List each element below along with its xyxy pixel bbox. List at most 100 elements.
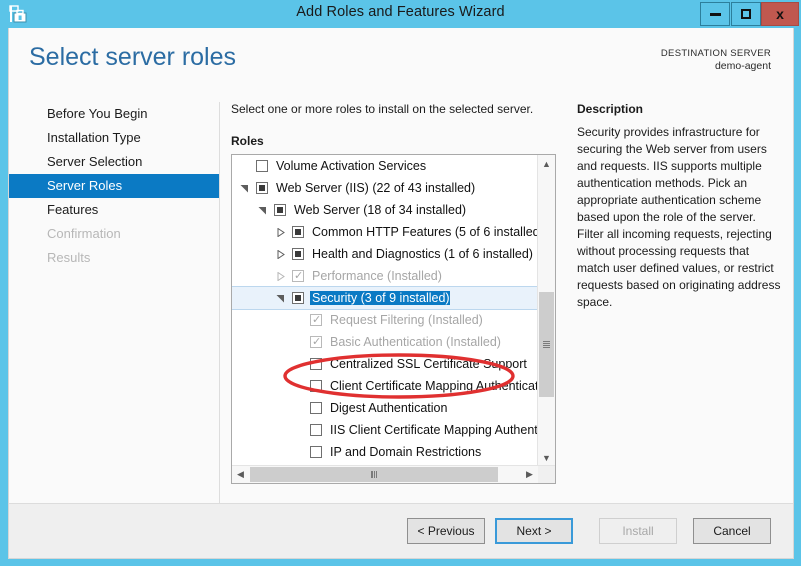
- cancel-button[interactable]: Cancel: [693, 518, 771, 544]
- close-icon: x: [776, 6, 784, 22]
- checkbox-partial[interactable]: [292, 292, 304, 304]
- horizontal-scrollbar-thumb[interactable]: [250, 467, 498, 482]
- roles-tree[interactable]: Volume Activation Services Web Server (II…: [231, 154, 556, 484]
- tree-row[interactable]: Digest Authentication: [232, 397, 538, 419]
- expander-collapsed-icon[interactable]: [276, 228, 285, 237]
- tree-row-label: Centralized SSL Certificate Support: [330, 357, 527, 371]
- checkbox-partial[interactable]: [292, 248, 304, 260]
- destination-server-label: DESTINATION SERVER: [660, 48, 771, 59]
- tree-row-label: IIS Client Certificate Mapping Authentic…: [330, 423, 538, 437]
- tree-row-label: Basic Authentication (Installed): [330, 335, 501, 349]
- tree-row-label: Digest Authentication: [330, 401, 448, 415]
- vertical-scrollbar-thumb[interactable]: [539, 292, 554, 397]
- expander-expanded-icon[interactable]: [258, 206, 267, 215]
- roles-tree-horizontal-scrollbar[interactable]: ◀ ▶: [232, 465, 555, 483]
- tree-row[interactable]: Web Server (18 of 34 installed): [232, 199, 538, 221]
- sidebar-item-features[interactable]: Features: [9, 198, 219, 222]
- maximize-icon: [741, 9, 751, 19]
- tree-row-label: Client Certificate Mapping Authenticatio: [330, 379, 538, 393]
- roles-tree-viewport: Volume Activation Services Web Server (II…: [232, 155, 538, 466]
- sidebar-item-server-selection[interactable]: Server Selection: [9, 150, 219, 174]
- expander-collapsed-icon[interactable]: [276, 272, 285, 281]
- tree-row-label: Web Server (IIS) (22 of 43 installed): [276, 181, 476, 195]
- destination-server-value: demo-agent: [714, 60, 771, 72]
- sidebar-item-label: Server Roles: [47, 178, 123, 193]
- instruction-text: Select one or more roles to install on t…: [231, 102, 534, 116]
- title-bar: Add Roles and Features Wizard x: [0, 0, 801, 28]
- wizard-nav: Before You Begin Installation Type Server …: [9, 102, 219, 524]
- description-title: Description: [577, 102, 644, 116]
- footer-bar: < Previous Next > Install Cancel: [9, 503, 793, 558]
- sidebar-item-label: Before You Begin: [47, 106, 148, 121]
- tree-row[interactable]: Web Server (IIS) (22 of 43 installed): [232, 177, 538, 199]
- sidebar-item-label: Confirmation: [47, 226, 121, 241]
- tree-row[interactable]: Security (3 of 9 installed): [232, 286, 538, 310]
- tree-row[interactable]: Common HTTP Features (5 of 6 installed): [232, 221, 538, 243]
- tree-row-label: Performance (Installed): [312, 269, 442, 283]
- sidebar-item-label: Server Selection: [47, 154, 143, 169]
- tree-row[interactable]: Client Certificate Mapping Authenticatio: [232, 375, 538, 397]
- tree-row[interactable]: ✓ Performance (Installed): [232, 265, 538, 287]
- tree-row-label: Common HTTP Features (5 of 6 installed): [312, 225, 538, 239]
- tree-row-label: IP and Domain Restrictions: [330, 445, 482, 459]
- sidebar-item-label: Results: [47, 250, 91, 265]
- maximize-button[interactable]: [731, 2, 761, 26]
- scrollbar-corner: [538, 466, 555, 483]
- expander-collapsed-icon[interactable]: [276, 250, 285, 259]
- roles-tree-vertical-scrollbar[interactable]: ▲ ▼: [537, 155, 555, 466]
- scroll-down-icon[interactable]: ▼: [538, 449, 555, 466]
- description-body: Security provides infrastructure for sec…: [577, 125, 781, 309]
- close-button[interactable]: x: [761, 2, 799, 26]
- nav-separator: [219, 102, 220, 524]
- tree-row[interactable]: Centralized SSL Certificate Support: [232, 353, 538, 375]
- tree-row[interactable]: IIS Client Certificate Mapping Authentic…: [232, 419, 538, 441]
- checkbox-empty[interactable]: [256, 160, 268, 172]
- checkbox-partial[interactable]: [256, 182, 268, 194]
- sidebar-item-installation-type[interactable]: Installation Type: [9, 126, 219, 150]
- checkbox-checked[interactable]: ✓: [310, 336, 322, 348]
- tree-row[interactable]: IP and Domain Restrictions: [232, 441, 538, 463]
- checkbox-partial[interactable]: [274, 204, 286, 216]
- checkbox-empty[interactable]: [310, 446, 322, 458]
- install-button[interactable]: Install: [599, 518, 677, 544]
- sidebar-item-label: Features: [47, 202, 99, 217]
- client-area: Select server roles DESTINATION SERVER d…: [8, 28, 794, 559]
- tree-row[interactable]: Health and Diagnostics (1 of 6 installed…: [232, 243, 538, 265]
- previous-button[interactable]: < Previous: [407, 518, 485, 544]
- window-title: Add Roles and Features Wizard: [296, 4, 505, 20]
- expander-expanded-icon[interactable]: [240, 184, 249, 193]
- sidebar-item-server-roles[interactable]: Server Roles: [9, 174, 219, 198]
- sidebar-item-results: Results: [9, 246, 219, 270]
- destination-server: DESTINATION SERVER demo-agent: [661, 48, 771, 72]
- tree-row-label: Volume Activation Services: [276, 159, 427, 173]
- tree-row[interactable]: ✓ Basic Authentication (Installed): [232, 331, 538, 353]
- tree-row-label: Security (3 of 9 installed): [310, 291, 450, 305]
- page-title: Select server roles: [29, 43, 237, 71]
- tree-row[interactable]: Volume Activation Services: [232, 155, 538, 177]
- tree-row-label: Health and Diagnostics (1 of 6 installed…: [312, 247, 533, 261]
- description-panel: Description Security provides infrastruc…: [577, 102, 782, 311]
- minimize-icon: [709, 12, 721, 16]
- wizard-window: Add Roles and Features Wizard x Select s…: [0, 0, 801, 566]
- checkbox-empty[interactable]: [310, 358, 322, 370]
- page-header: Select server roles DESTINATION SERVER d…: [9, 28, 793, 100]
- tree-row[interactable]: ✓ Request Filtering (Installed): [232, 309, 538, 331]
- scroll-left-icon[interactable]: ◀: [232, 466, 249, 483]
- checkbox-empty[interactable]: [310, 380, 322, 392]
- main-column: Select one or more roles to install on t…: [231, 102, 561, 484]
- checkbox-empty[interactable]: [310, 402, 322, 414]
- minimize-button[interactable]: [700, 2, 730, 26]
- sidebar-item-label: Installation Type: [47, 130, 141, 145]
- sidebar-item-before-you-begin[interactable]: Before You Begin: [9, 102, 219, 126]
- roles-label: Roles: [231, 134, 264, 148]
- checkbox-checked[interactable]: ✓: [292, 270, 304, 282]
- scroll-up-icon[interactable]: ▲: [538, 155, 555, 172]
- grip-icon: [370, 471, 378, 478]
- checkbox-partial[interactable]: [292, 226, 304, 238]
- grip-icon: [543, 341, 550, 348]
- expander-expanded-icon[interactable]: [276, 294, 285, 303]
- checkbox-empty[interactable]: [310, 424, 322, 436]
- next-button[interactable]: Next >: [495, 518, 573, 544]
- checkbox-checked[interactable]: ✓: [310, 314, 322, 326]
- scroll-right-icon[interactable]: ▶: [521, 466, 538, 483]
